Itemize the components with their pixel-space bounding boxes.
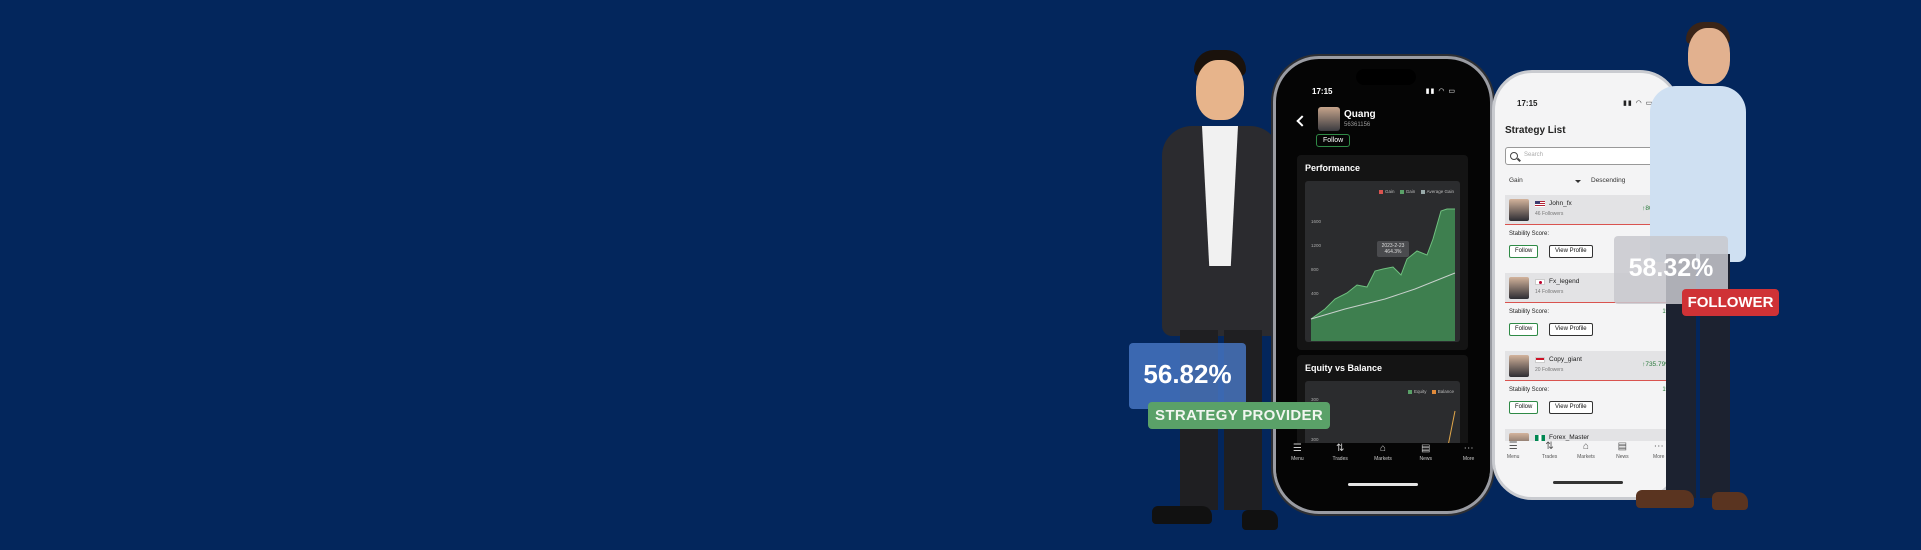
menu-icon: ☰ [1508, 441, 1518, 452]
profile-name: Quang [1344, 109, 1376, 120]
strategy-name: Fx_legend [1549, 278, 1580, 285]
strategy-name: John_fx [1549, 200, 1572, 207]
markets-icon: ⌂ [1582, 441, 1589, 452]
tab-label: Markets [1374, 456, 1392, 462]
follow-button[interactable]: Follow [1509, 323, 1539, 336]
home-indicator [1348, 483, 1418, 486]
dynamic-island [1356, 69, 1416, 85]
stability-score: Stability Score: [1509, 231, 1550, 237]
tab-menu[interactable]: ☰ Menu [1498, 441, 1528, 481]
status-icons: ▮▮ ◠ ▭ [1425, 88, 1456, 95]
card-title: Performance [1305, 163, 1361, 173]
us-flag-icon [1535, 201, 1545, 207]
performance-chart: Gain Gain Average Gain 1600 1200 800 400… [1305, 181, 1460, 342]
chevron-down-icon [1575, 180, 1581, 183]
view-profile-button[interactable]: View Profile [1549, 401, 1593, 414]
follow-button[interactable]: Follow [1316, 134, 1351, 147]
stability-score: Stability Score: [1509, 309, 1550, 315]
avatar [1509, 355, 1529, 377]
tab-label: Trades [1541, 454, 1558, 460]
view-profile-button[interactable]: View Profile [1549, 323, 1593, 336]
strategy-name: Forex_Master [1549, 434, 1590, 441]
profile-id: 56361156 [1344, 122, 1371, 128]
tab-news[interactable]: ▤ News [1411, 443, 1441, 483]
performance-card: Performance Gain Gain Average Gain 1600 … [1297, 155, 1468, 350]
trades-icon: ⇅ [1545, 441, 1554, 452]
markets-icon: ⌂ [1379, 443, 1386, 454]
sort-order-select[interactable]: Descending [1591, 177, 1625, 184]
page-title: Strategy List [1505, 125, 1566, 136]
performance-area [1310, 208, 1456, 341]
follower-count: 20 Followers [1535, 367, 1564, 373]
follow-button[interactable]: Follow [1509, 401, 1539, 414]
tab-markets[interactable]: ⌂ Markets [1368, 443, 1398, 483]
tab-label: News [1616, 454, 1629, 460]
search-icon [1510, 152, 1518, 160]
follower-percent: 58.32% [1628, 254, 1714, 282]
id-flag-icon [1535, 357, 1545, 363]
provider-label: STRATEGY PROVIDER [1155, 407, 1323, 424]
avatar [1318, 107, 1340, 131]
tab-trades[interactable]: ⇅ Trades [1535, 441, 1565, 481]
tab-label: Trades [1332, 456, 1348, 462]
tooltip-value: 464.3% [1384, 249, 1402, 255]
tab-label: Markets [1577, 454, 1595, 460]
tab-menu[interactable]: ☰ Menu [1282, 443, 1312, 483]
tab-label: Menu [1291, 456, 1304, 462]
sort-field-select[interactable]: Gain [1509, 177, 1523, 184]
avatar [1509, 277, 1529, 299]
tab-trades[interactable]: ⇅ Trades [1325, 443, 1355, 483]
strategy-name: Copy_giant [1549, 356, 1582, 363]
follower-count: 46 Followers [1535, 211, 1564, 217]
gain-area [1311, 209, 1455, 341]
jp-flag-icon [1535, 279, 1545, 285]
card-title: Equity vs Balance [1305, 363, 1383, 373]
avatar [1509, 433, 1529, 441]
tab-label: Menu [1506, 454, 1520, 460]
follower-label-badge: FOLLOWER [1682, 289, 1779, 316]
more-icon: ⋯ [1463, 443, 1474, 454]
follower-label: FOLLOWER [1687, 294, 1774, 311]
tab-more[interactable]: ⋯ More [1454, 443, 1484, 483]
tab-label: News [1419, 456, 1433, 462]
trades-icon: ⇅ [1335, 443, 1345, 454]
hero-banner: 17:15 ▮▮ ◠ ▭ Quang 56361156 Follow Perfo… [0, 0, 1921, 550]
bottom-tab-bar: ☰ Menu ⇅ Trades ⌂ Markets ▤ News ⋯ More [1276, 443, 1490, 483]
avatar [1509, 199, 1529, 221]
tab-label: More [1462, 456, 1475, 462]
back-icon[interactable] [1296, 115, 1308, 127]
tab-markets[interactable]: ⌂ Markets [1571, 441, 1601, 481]
stability-score: Stability Score: [1509, 387, 1550, 393]
search-placeholder: Search [1524, 152, 1544, 158]
provider-label-badge: STRATEGY PROVIDER [1148, 402, 1330, 429]
home-indicator [1553, 481, 1623, 484]
status-time: 17:15 [1312, 87, 1333, 96]
provider-percent: 56.82% [1143, 359, 1232, 389]
view-profile-button[interactable]: View Profile [1549, 245, 1593, 258]
follower-count: 14 Followers [1535, 289, 1564, 295]
provider-percent-badge: 56.82% [1129, 343, 1246, 409]
follow-button[interactable]: Follow [1509, 245, 1539, 258]
news-icon: ▤ [1421, 443, 1431, 454]
chart-tooltip: 2023-2-23 464.3% [1377, 241, 1409, 257]
provider-phone: 17:15 ▮▮ ◠ ▭ Quang 56361156 Follow Perfo… [1273, 56, 1493, 514]
status-time: 17:15 [1517, 99, 1538, 108]
menu-icon: ☰ [1292, 443, 1302, 454]
